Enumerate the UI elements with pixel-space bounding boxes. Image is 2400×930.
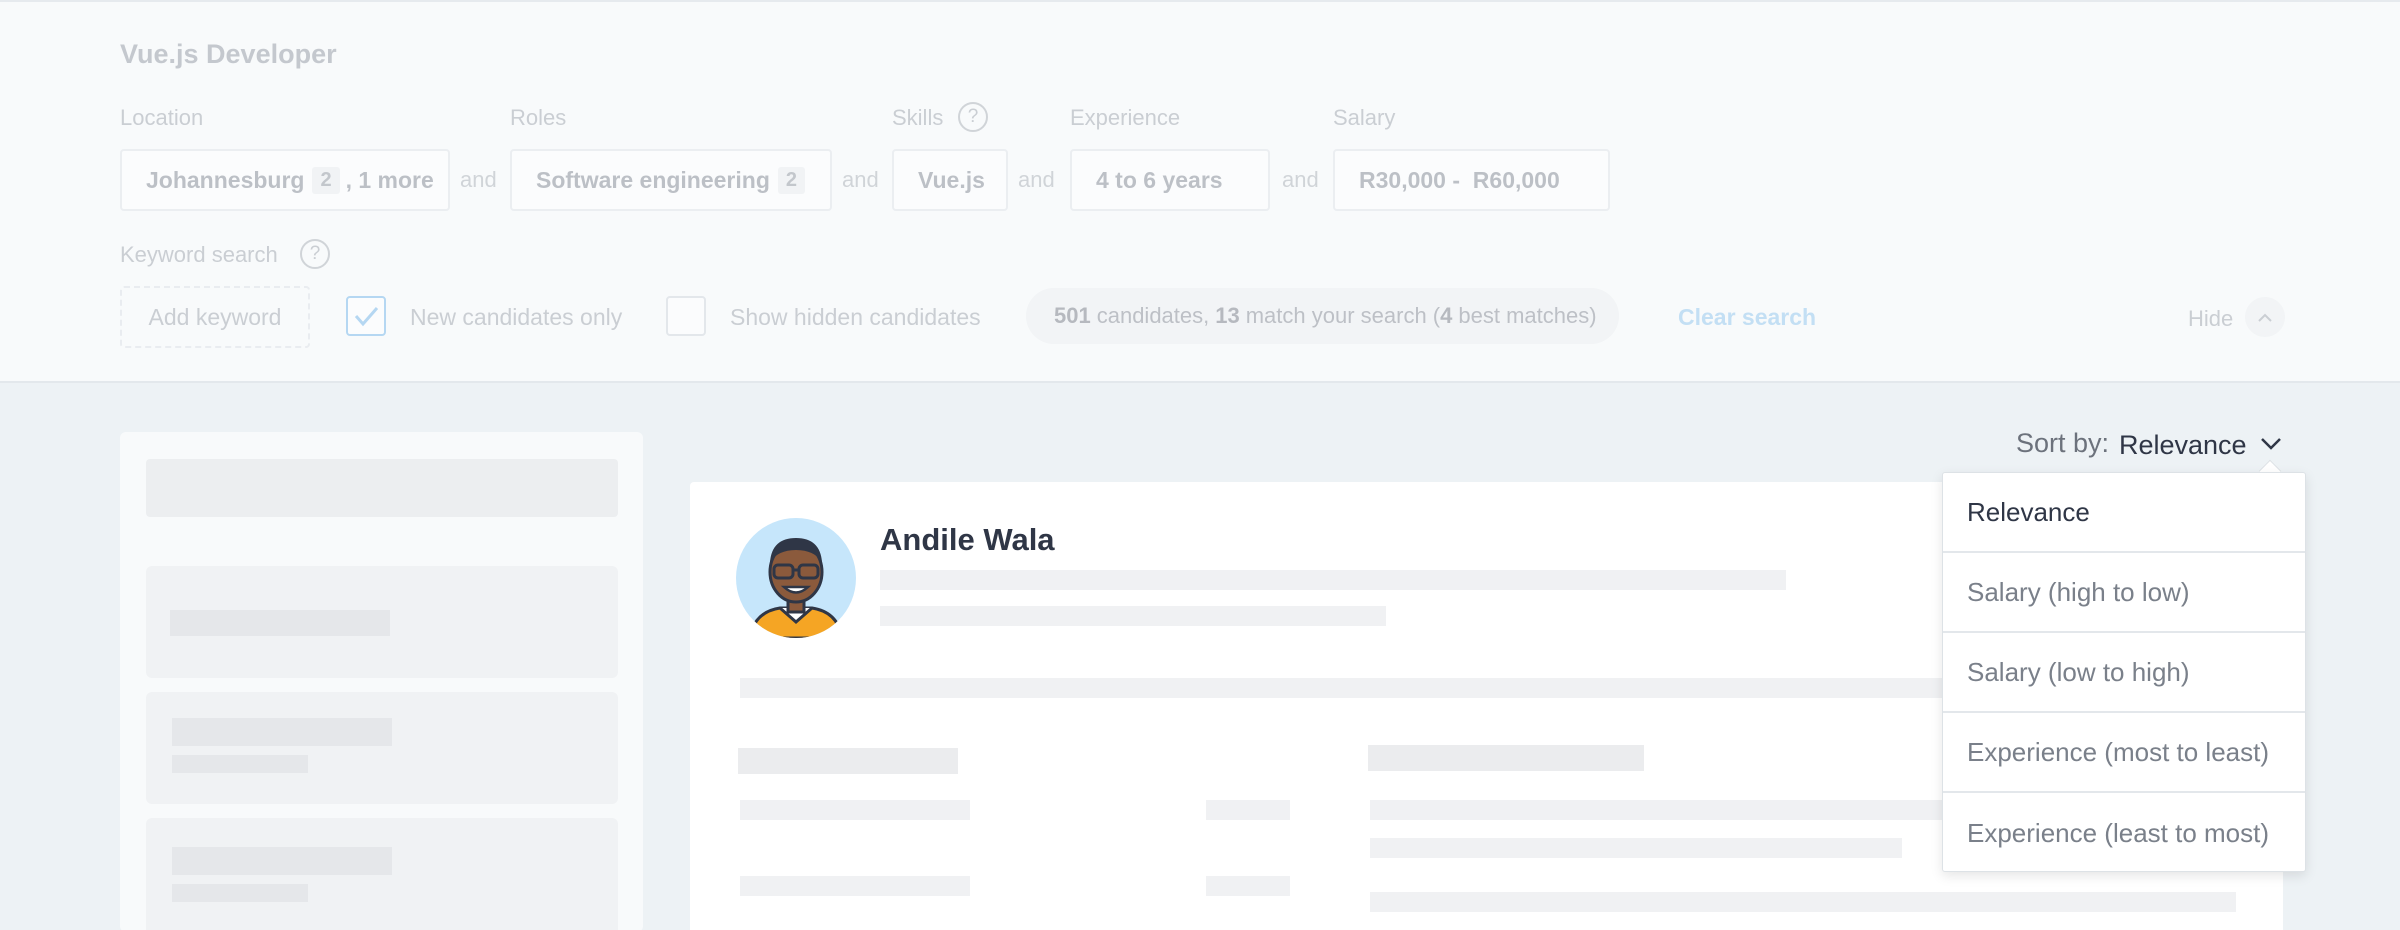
- location-count-badge: 2: [312, 166, 340, 194]
- experience-label: Experience: [1070, 105, 1181, 130]
- person-avatar-icon: [748, 538, 844, 638]
- add-keyword-button[interactable]: Add keyword: [120, 286, 310, 348]
- skeleton-line: [172, 847, 392, 875]
- sort-option-experience-least-most[interactable]: Experience (least to most): [1943, 793, 2305, 873]
- new-candidates-checkbox[interactable]: [346, 296, 386, 336]
- sort-by-label: Sort by:: [2016, 428, 2110, 458]
- skeleton-line: [170, 610, 390, 636]
- sort-dropdown-menu: Relevance Salary (high to low) Salary (l…: [1942, 472, 2306, 872]
- skills-filter[interactable]: Vue.js: [892, 149, 1008, 211]
- check-icon: [354, 307, 379, 327]
- skeleton-line: [740, 876, 970, 896]
- skeleton-line: [740, 678, 1990, 698]
- chevron-up-icon: [2258, 313, 2272, 322]
- skeleton-line: [740, 800, 970, 820]
- skeleton-header: [146, 459, 618, 517]
- skeleton-line: [1370, 892, 2236, 912]
- show-hidden-label: Show hidden candidates: [730, 304, 981, 330]
- skeleton-line: [1206, 800, 1290, 820]
- summary-text: candidates,: [1096, 303, 1210, 328]
- summary-text: match your search (: [1245, 303, 1441, 328]
- roles-label: Roles: [510, 105, 567, 130]
- and-connector: and: [1282, 167, 1319, 192]
- skeleton-line: [1370, 838, 1902, 858]
- roles-count-badge: 2: [777, 166, 805, 194]
- and-connector: and: [1018, 167, 1055, 192]
- experience-filter[interactable]: 4 to 6 years: [1070, 149, 1270, 211]
- location-label: Location: [120, 105, 204, 130]
- match-summary: 501 candidates, 13 match your search ( 4…: [1026, 288, 1619, 344]
- filters-sidebar-skeleton: [120, 432, 643, 930]
- sort-option-relevance[interactable]: Relevance: [1943, 473, 2305, 553]
- summary-text: best matches): [1458, 303, 1597, 328]
- salary-label: Salary: [1333, 105, 1396, 130]
- skeleton-card: [146, 818, 618, 930]
- keyword-help-icon[interactable]: ?: [300, 239, 330, 269]
- skeleton-line: [738, 748, 958, 774]
- keyword-search-label: Keyword search: [120, 242, 278, 267]
- sort-option-experience-most-least[interactable]: Experience (most to least): [1943, 713, 2305, 793]
- skills-help-icon[interactable]: ?: [958, 102, 988, 132]
- candidate-name[interactable]: Andile Wala: [880, 522, 1055, 558]
- experience-value: 4 to 6 years: [1096, 166, 1223, 193]
- skeleton-line: [172, 718, 392, 746]
- candidate-avatar: [736, 518, 856, 638]
- location-filter[interactable]: Johannesburg 2 , 1 more: [120, 149, 450, 211]
- salary-value: R30,000 - R60,000: [1359, 166, 1560, 193]
- skeleton-line: [1368, 745, 1644, 771]
- total-candidates: 501: [1054, 303, 1091, 328]
- clear-search-link[interactable]: Clear search: [1678, 304, 1816, 331]
- skeleton-line: [172, 884, 308, 902]
- and-connector: and: [460, 167, 497, 192]
- location-extra: , 1 more: [345, 166, 434, 193]
- skeleton-line: [880, 570, 1786, 590]
- and-connector: and: [842, 167, 879, 192]
- sort-select-value[interactable]: Relevance: [2119, 430, 2247, 461]
- search-panel: Vue.js Developer Location Roles Skills ?…: [0, 0, 2400, 383]
- skeleton-line: [172, 755, 308, 773]
- sort-option-salary-low-high[interactable]: Salary (low to high): [1943, 633, 2305, 713]
- match-count: 13: [1215, 303, 1240, 328]
- search-title: Vue.js Developer: [120, 39, 337, 69]
- roles-filter[interactable]: Software engineering 2: [510, 149, 832, 211]
- skeleton-line: [1370, 800, 1970, 820]
- location-value: Johannesburg: [146, 166, 305, 193]
- skeleton-line: [1206, 876, 1290, 896]
- salary-filter[interactable]: R30,000 - R60,000: [1333, 149, 1610, 211]
- chevron-down-icon[interactable]: [2258, 430, 2284, 456]
- new-candidates-label: New candidates only: [410, 304, 623, 330]
- hide-label: Hide: [2188, 306, 2234, 331]
- roles-value: Software engineering: [536, 166, 770, 193]
- skeleton-card: [146, 566, 618, 678]
- skeleton-line: [880, 606, 1386, 626]
- hide-toggle-button[interactable]: [2245, 297, 2285, 337]
- skeleton-card: [146, 692, 618, 804]
- show-hidden-checkbox[interactable]: [666, 296, 706, 336]
- best-match-count: 4: [1440, 303, 1453, 328]
- skills-label: Skills: [892, 105, 944, 130]
- skills-value: Vue.js: [918, 166, 985, 193]
- sort-option-salary-high-low[interactable]: Salary (high to low): [1943, 553, 2305, 633]
